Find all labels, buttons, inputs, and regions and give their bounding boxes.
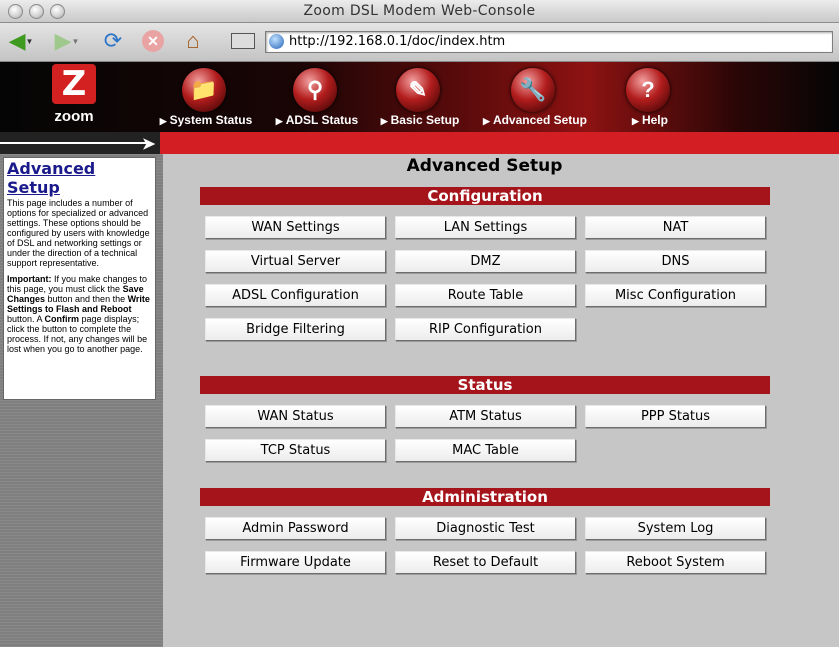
help-panel: Advanced Setup This page includes a numb… <box>3 157 156 400</box>
forward-arrow-icon: ▶ <box>54 28 72 53</box>
reload-icon: ⟳ <box>103 28 123 53</box>
lan-settings-button[interactable]: LAN Settings <box>395 216 576 239</box>
back-button[interactable]: ◀ ▼ <box>6 26 36 56</box>
zoom-logo-mark: Z <box>52 64 96 104</box>
wrench-icon: 🔧 <box>511 68 555 112</box>
help-important: Important: If you make changes to this p… <box>7 274 150 354</box>
section-header-configuration: Configuration <box>200 187 770 205</box>
dns-button[interactable]: DNS <box>585 250 766 273</box>
stop-icon: ✕ <box>142 30 164 52</box>
nav-basic-setup[interactable]: ✎ ▶ Basic Setup <box>365 64 475 130</box>
reload-button[interactable]: ⟳ <box>98 26 128 56</box>
tcp-status-button[interactable]: TCP Status <box>205 439 386 462</box>
bridge-filtering-button[interactable]: Bridge Filtering <box>205 318 386 341</box>
zoom-logo: Z zoom <box>40 64 108 126</box>
back-arrow-icon: ◀ <box>8 28 26 53</box>
nav-label: Advanced Setup <box>492 113 587 127</box>
nav-label: System Status <box>169 113 253 127</box>
adsl-configuration-button[interactable]: ADSL Configuration <box>205 284 386 307</box>
home-button[interactable]: ⌂ <box>178 26 208 56</box>
sidebar: Advanced Setup This page includes a numb… <box>0 154 163 647</box>
browser-toolbar: ◀ ▼ ▶ ▼ ⟳ ✕ ⌂ http://192.168.0.1/doc/index… <box>0 23 839 62</box>
magnifier-icon: ⚲ <box>293 68 337 112</box>
arrow-right-icon: ➤ <box>142 136 156 153</box>
wan-settings-button[interactable]: WAN Settings <box>205 216 386 239</box>
mac-table-button[interactable]: MAC Table <box>395 439 576 462</box>
atm-status-button[interactable]: ATM Status <box>395 405 576 428</box>
window-titlebar: Zoom DSL Modem Web-Console <box>0 0 839 23</box>
system-log-button[interactable]: System Log <box>585 517 766 540</box>
page-title: Advanced Setup <box>406 156 563 176</box>
nav-help[interactable]: ? ▶ Help <box>595 64 705 130</box>
address-bar[interactable]: http://192.168.0.1/doc/index.htm <box>265 31 833 53</box>
zoom-logo-text: zoom <box>54 108 94 125</box>
nav-advanced-setup[interactable]: 🔧 ▶ Advanced Setup <box>480 64 590 130</box>
admin-password-button[interactable]: Admin Password <box>205 517 386 540</box>
section-header-administration: Administration <box>200 488 770 506</box>
nat-button[interactable]: NAT <box>585 216 766 239</box>
help-title[interactable]: Advanced Setup <box>7 159 152 197</box>
section-header-status: Status <box>200 376 770 394</box>
diagnostic-test-button[interactable]: Diagnostic Test <box>395 517 576 540</box>
nav-label: Help <box>641 113 668 127</box>
help-intro: This page includes a number of options f… <box>7 198 150 268</box>
reset-to-default-button[interactable]: Reset to Default <box>395 551 576 574</box>
nav-adsl-status[interactable]: ⚲ ▶ ADSL Status <box>262 64 372 130</box>
wan-status-button[interactable]: WAN Status <box>205 405 386 428</box>
reboot-system-button[interactable]: Reboot System <box>585 551 766 574</box>
print-button[interactable] <box>228 26 258 56</box>
question-icon: ? <box>626 68 670 112</box>
nav-divider-strip: ➤ <box>0 132 839 155</box>
virtual-server-button[interactable]: Virtual Server <box>205 250 386 273</box>
forward-button[interactable]: ▶ ▼ <box>52 26 82 56</box>
nav-system-status[interactable]: 📁 ▶ System Status <box>151 64 261 130</box>
dmz-button[interactable]: DMZ <box>395 250 576 273</box>
nav-label: ADSL Status <box>285 113 359 127</box>
route-table-button[interactable]: Route Table <box>395 284 576 307</box>
window-title: Zoom DSL Modem Web-Console <box>303 3 536 19</box>
rip-configuration-button[interactable]: RIP Configuration <box>395 318 576 341</box>
home-icon: ⌂ <box>186 28 200 53</box>
stop-button[interactable]: ✕ <box>138 26 168 56</box>
printer-icon <box>231 33 255 49</box>
header-banner: Z zoom 📁 ▶ System Status ⚲ ▶ ADSL Status ✎… <box>0 62 839 132</box>
main-content: Advanced Setup Configuration WAN Setting… <box>163 154 839 647</box>
folder-icon: 📁 <box>182 68 226 112</box>
ppp-status-button[interactable]: PPP Status <box>585 405 766 428</box>
firmware-update-button[interactable]: Firmware Update <box>205 551 386 574</box>
misc-configuration-button[interactable]: Misc Configuration <box>585 284 766 307</box>
screwdriver-icon: ✎ <box>396 68 440 112</box>
globe-icon <box>269 34 284 49</box>
nav-label: Basic Setup <box>390 113 460 127</box>
address-url: http://192.168.0.1/doc/index.htm <box>289 34 506 49</box>
